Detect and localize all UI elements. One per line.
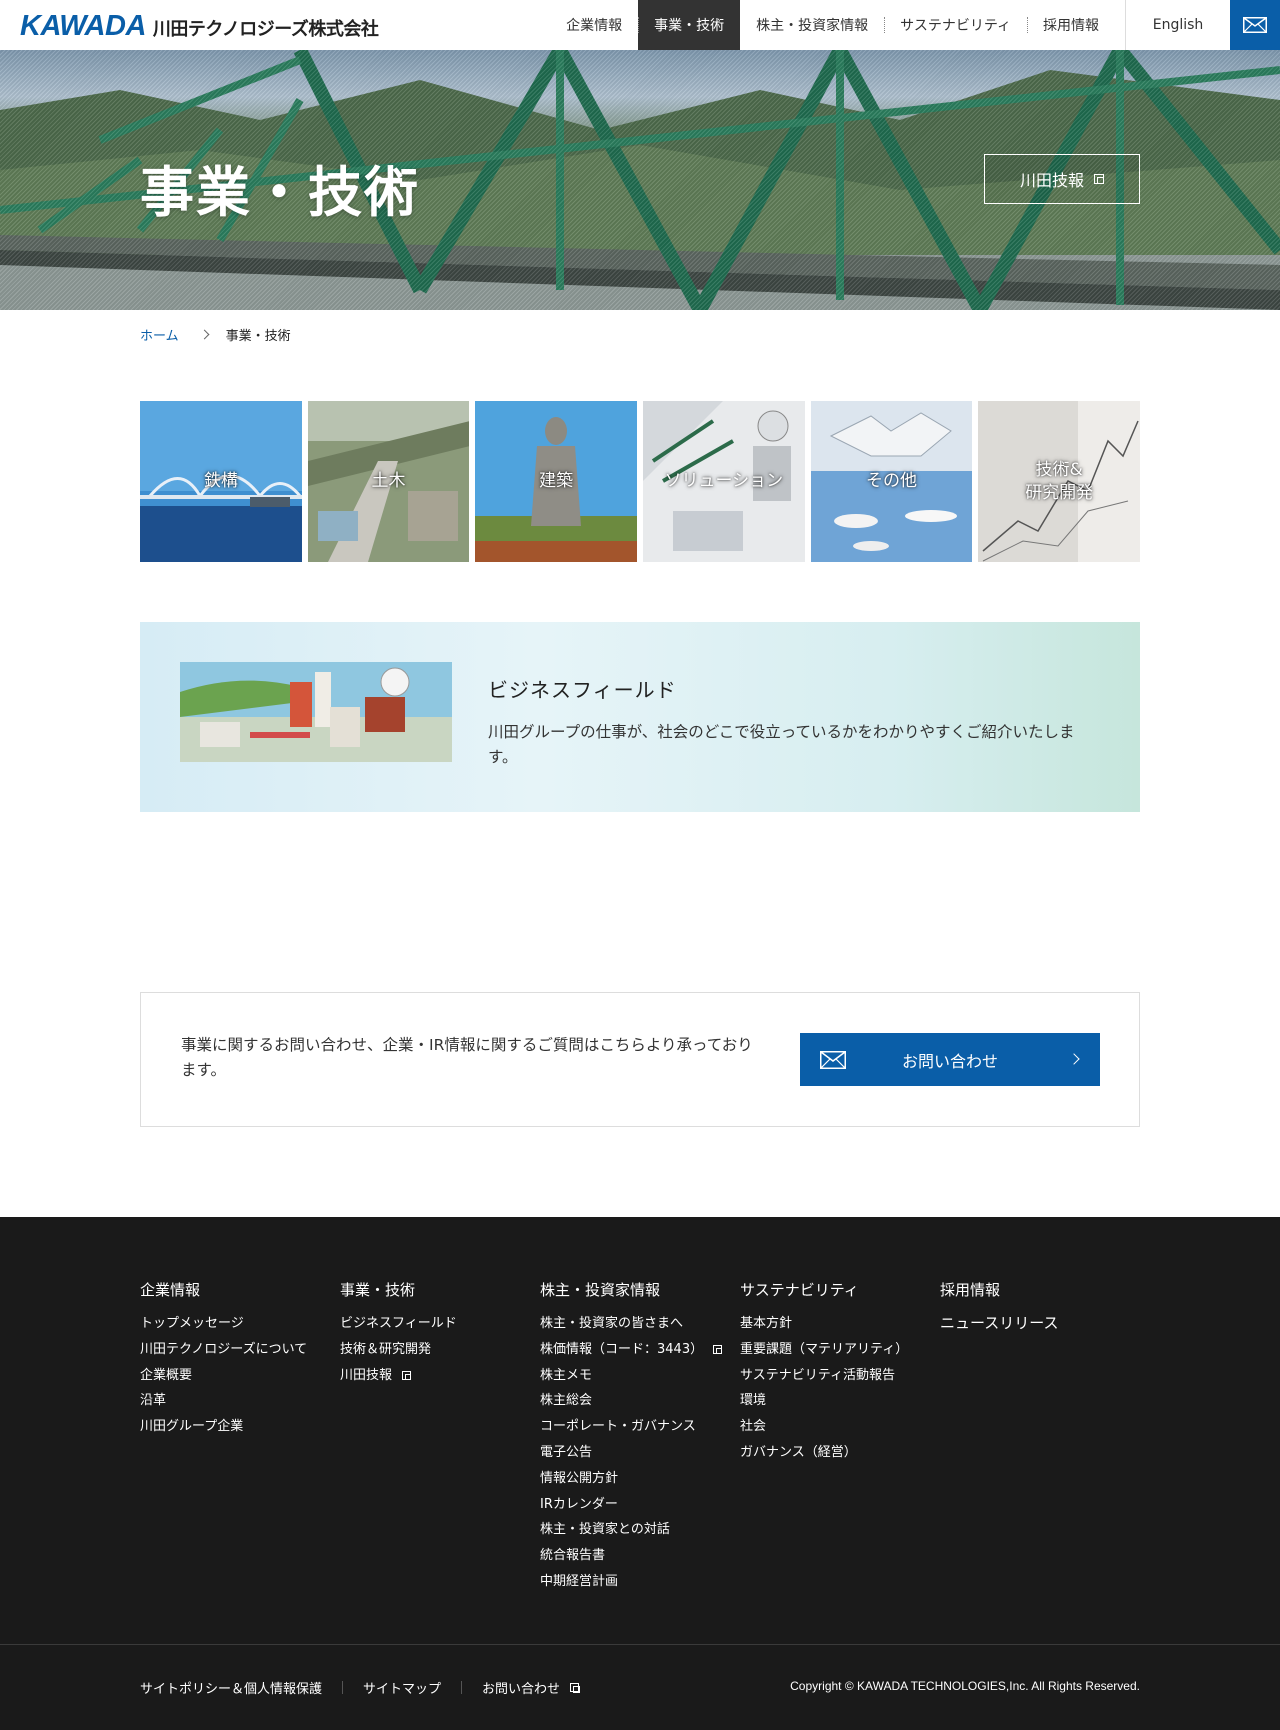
footer-heading[interactable]: 株主・投資家情報: [540, 1279, 722, 1300]
footer-link[interactable]: ガバナンス（経営）: [740, 1440, 908, 1466]
breadcrumb-home[interactable]: ホーム: [140, 325, 179, 344]
contact-button-label: お問い合わせ: [901, 1051, 998, 1071]
nav-corporate[interactable]: 企業情報: [550, 0, 638, 50]
footer-link[interactable]: コーポレート・ガバナンス: [540, 1414, 722, 1440]
footer-link[interactable]: サステナビリティ活動報告: [740, 1363, 908, 1389]
nav-investors[interactable]: 株主・投資家情報: [740, 0, 884, 50]
mail-icon: [820, 1051, 846, 1069]
logo-mark: KAWADA: [20, 10, 146, 42]
footer-link[interactable]: トップメッセージ: [140, 1311, 307, 1337]
sitemap-link[interactable]: サイトマップ: [363, 1678, 441, 1697]
business-field-banner[interactable]: ビジネスフィールド 川田グループの仕事が、社会のどこで役立っているかをわかりやす…: [140, 622, 1140, 812]
footer-link[interactable]: 社会: [740, 1414, 908, 1440]
footer-link-label: 川田技報: [340, 1367, 393, 1383]
tile-steel-structures[interactable]: 鉄構: [140, 401, 302, 562]
footer-col-business: 事業・技術 ビジネスフィールド 技術＆研究開発 川田技報: [340, 1279, 457, 1388]
footer-link-giho[interactable]: 川田技報: [340, 1363, 457, 1389]
nav-recruit[interactable]: 採用情報: [1027, 0, 1115, 50]
business-field-description: 川田グループの仕事が、社会のどこで役立っているかをわかりやすくご紹介いたします。: [488, 723, 1075, 766]
footer-link[interactable]: 株主・投資家との対話: [540, 1517, 722, 1543]
footer-link-label: 株価情報（コード：3443）: [540, 1341, 704, 1357]
contact-button[interactable]: お問い合わせ: [800, 1033, 1100, 1086]
business-field-title: ビジネスフィールド: [488, 678, 677, 702]
copyright: Copyright © KAWADA TECHNOLOGIES,Inc. All…: [790, 1679, 1140, 1693]
footer-news-release[interactable]: ニュースリリース: [940, 1312, 1059, 1333]
footer-col-investors: 株主・投資家情報 株主・投資家の皆さまへ 株価情報（コード：3443） 株主メモ…: [540, 1279, 723, 1595]
footer-link[interactable]: 情報公開方針: [540, 1466, 722, 1492]
kawada-giho-label: 川田技報: [1019, 171, 1084, 190]
chevron-right-icon: [199, 329, 210, 340]
tile-label: ソリューション: [664, 471, 784, 492]
footer-link[interactable]: 技術＆研究開発: [340, 1337, 457, 1363]
mail-icon: [1243, 17, 1267, 33]
footer-heading[interactable]: サステナビリティ: [740, 1279, 908, 1300]
tile-architecture[interactable]: 建築: [475, 401, 638, 562]
footer-link[interactable]: 株主・投資家の皆さまへ: [540, 1311, 722, 1337]
tile-label: その他: [866, 471, 918, 492]
tile-label: 鉄構: [203, 471, 238, 492]
divider: [461, 1681, 463, 1694]
nav-business[interactable]: 事業・技術: [638, 0, 741, 50]
chevron-right-icon: [1068, 1053, 1080, 1065]
contact-section: 事業に関するお問い合わせ、企業・IR情報に関するご質問はこちらより承っております…: [140, 992, 1140, 1127]
footer-link[interactable]: 重要課題（マテリアリティ）: [740, 1337, 908, 1363]
footer-link[interactable]: 川田グループ企業: [140, 1414, 307, 1440]
site-header: KAWADA 川田テクノロジーズ株式会社 企業情報 事業・技術 株主・投資家情報…: [0, 0, 1280, 50]
footer-link[interactable]: 川田テクノロジーズについて: [140, 1337, 307, 1363]
footer-col-sustainability: サステナビリティ 基本方針 重要課題（マテリアリティ） サステナビリティ活動報告…: [740, 1279, 908, 1466]
breadcrumb-current: 事業・技術: [225, 329, 291, 344]
footer-contact-label: お問い合わせ: [482, 1682, 561, 1697]
header-contact-button[interactable]: [1230, 0, 1280, 50]
footer-link[interactable]: ビジネスフィールド: [340, 1311, 457, 1337]
hero-banner: 事業・技術 川田技報: [0, 50, 1280, 310]
footer-col-corporate: 企業情報 トップメッセージ 川田テクノロジーズについて 企業概要 沿革 川田グル…: [140, 1279, 307, 1440]
footer-link[interactable]: 統合報告書: [540, 1543, 722, 1569]
external-link-icon: [1094, 174, 1104, 184]
business-category-tiles: 鉄構 土木 建築 ソリューション その他 技術& 研究開発: [140, 401, 1141, 562]
contact-description: 事業に関するお問い合わせ、企業・IR情報に関するご質問はこちらより承っております…: [181, 1036, 753, 1079]
footer-heading[interactable]: 採用情報: [940, 1279, 1000, 1300]
footer-link[interactable]: 企業概要: [140, 1363, 307, 1389]
footer-link[interactable]: IRカレンダー: [540, 1492, 722, 1518]
page-title: 事業・技術: [140, 161, 420, 224]
logo-company-name: 川田テクノロジーズ株式会社: [152, 19, 379, 40]
footer-contact-link[interactable]: お問い合わせ: [482, 1678, 581, 1697]
tile-others[interactable]: その他: [810, 401, 973, 562]
footer-link-stock[interactable]: 株価情報（コード：3443）: [540, 1337, 723, 1363]
footer-link[interactable]: 基本方針: [740, 1311, 908, 1337]
external-link-icon: [570, 1683, 581, 1693]
global-nav: 企業情報 事業・技術 株主・投資家情報 サステナビリティ 採用情報 Englis…: [550, 0, 1280, 50]
footer-heading[interactable]: 企業情報: [140, 1279, 307, 1300]
tile-label: 土木: [371, 471, 406, 492]
footer-link[interactable]: 中期経営計画: [540, 1569, 722, 1595]
divider: [342, 1681, 344, 1694]
footer-link[interactable]: 電子公告: [540, 1440, 722, 1466]
breadcrumb: ホーム 事業・技術: [140, 325, 291, 344]
footer-link[interactable]: 環境: [740, 1388, 908, 1414]
nav-english[interactable]: English: [1125, 0, 1230, 50]
footer-link[interactable]: 株主総会: [540, 1388, 722, 1414]
footer-bottom-links: サイトポリシー＆個人情報保護 サイトマップ お問い合わせ: [140, 1678, 581, 1697]
external-link-icon: [402, 1370, 412, 1380]
site-footer: 企業情報 トップメッセージ 川田テクノロジーズについて 企業概要 沿革 川田グル…: [0, 1217, 1280, 1730]
footer-bottom-bar: サイトポリシー＆個人情報保護 サイトマップ お問い合わせ Copyright ©…: [0, 1644, 1280, 1730]
footer-link[interactable]: 沿革: [140, 1388, 307, 1414]
tile-solutions[interactable]: ソリューション: [643, 401, 805, 562]
kawada-giho-button[interactable]: 川田技報: [984, 154, 1140, 204]
external-link-icon: [713, 1345, 723, 1355]
business-field-illustration: [180, 662, 452, 762]
tile-label: 技術& 研究開発: [1025, 459, 1094, 503]
footer-heading[interactable]: 事業・技術: [340, 1279, 457, 1300]
footer-col-recruit: 採用情報: [940, 1279, 1000, 1311]
footer-link[interactable]: 株主メモ: [540, 1363, 722, 1389]
site-policy-link[interactable]: サイトポリシー＆個人情報保護: [140, 1678, 322, 1697]
tile-civil-engineering[interactable]: 土木: [307, 401, 470, 562]
nav-sustainability[interactable]: サステナビリティ: [884, 0, 1027, 50]
tile-label: 建築: [539, 471, 574, 492]
tile-technology-research[interactable]: 技術& 研究開発: [978, 401, 1141, 562]
site-logo[interactable]: KAWADA 川田テクノロジーズ株式会社: [20, 10, 379, 43]
